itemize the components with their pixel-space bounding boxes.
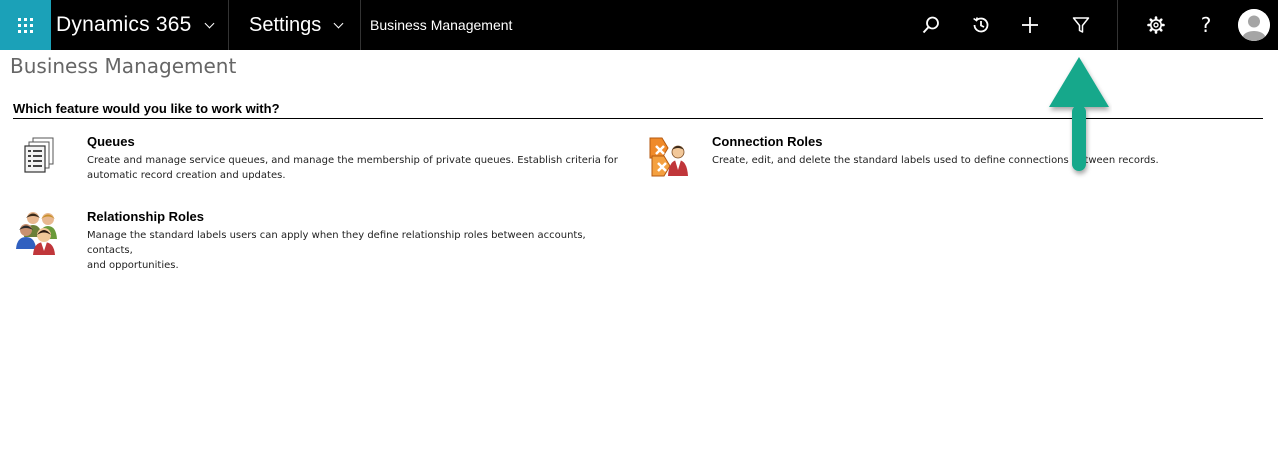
top-navigation-bar: Dynamics 365 Settings Business Managemen… [0,0,1278,50]
filter-icon [1072,17,1090,33]
recent-icon [973,17,989,33]
feature-description: Manage the standard labels users can app… [87,228,633,273]
area-name: Settings [249,13,322,36]
app-switcher[interactable]: Dynamics 365 [51,0,228,50]
app-launcher-button[interactable] [0,0,51,50]
description-line: Create and manage service queues, and ma… [87,155,618,166]
user-avatar[interactable] [1238,9,1270,41]
plus-icon [1022,17,1038,33]
divider [1117,0,1118,50]
advanced-find-button[interactable] [1066,10,1096,40]
create-record-button[interactable] [1015,10,1045,40]
user-icon [1238,9,1270,41]
feature-title[interactable]: Relationship Roles [87,209,204,224]
settings-button[interactable] [1141,10,1171,40]
apps-icon [18,17,33,33]
description-line: Manage the standard labels users can app… [87,230,586,256]
app-name: Dynamics 365 [56,13,192,36]
feature-connection-roles[interactable]: Connection Roles Create, edit, and delet… [638,134,1258,194]
recent-records-button[interactable] [966,10,996,40]
search-icon [922,16,939,34]
gear-icon [1147,16,1165,34]
connection-roles-icon [649,137,688,177]
page-title: Business Management [10,54,237,78]
chevron-down-icon [205,18,215,29]
help-icon: ? [1200,13,1212,37]
help-button[interactable]: ? [1191,10,1221,40]
description-line: automatic record creation and updates. [87,170,286,181]
description-line: and opportunities. [87,260,179,271]
feature-relationship-roles[interactable]: Relationship Roles Manage the standard l… [13,209,633,271]
feature-description: Create and manage service queues, and ma… [87,153,618,183]
area-switcher[interactable]: Settings [229,0,360,50]
chevron-down-icon [333,18,344,29]
divider [360,0,361,50]
feature-title[interactable]: Connection Roles [712,134,823,149]
feature-queues[interactable]: Queues Create and manage service queues,… [13,134,633,194]
feature-title[interactable]: Queues [87,134,135,149]
queues-icon [24,137,54,173]
search-button[interactable] [916,10,946,40]
breadcrumb-business-management[interactable]: Business Management [370,0,512,50]
relationship-roles-icon [16,212,57,255]
callout-arrow [1049,57,1109,171]
